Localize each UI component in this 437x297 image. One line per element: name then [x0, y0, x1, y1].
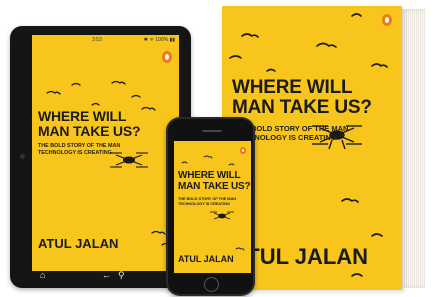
- phone-device: WHERE WILL MAN TAKE US? THE BOLD STORY O…: [166, 117, 255, 296]
- phone-book-title: WHERE WILL MAN TAKE US?: [178, 170, 251, 192]
- book-title: WHERE WILL MAN TAKE US?: [232, 77, 372, 118]
- tablet-device: 3:53 ✱ ᯤ 100% ▮▮ WHERE WILL MAN TAKE US?…: [10, 26, 191, 288]
- home-button[interactable]: [204, 277, 219, 292]
- book-page-edges: [402, 9, 425, 288]
- phone-book-subtitle: THE BOLD STORY OF THE MAN TECHNOLOGY IS …: [178, 197, 236, 206]
- search-icon[interactable]: ⚲: [118, 270, 125, 281]
- tablet-nav-bar: ⌂ ← ⚲ ★: [32, 270, 179, 283]
- home-icon[interactable]: ⌂: [40, 270, 45, 280]
- tablet-camera: [20, 154, 25, 159]
- tablet-book-subtitle: THE BOLD STORY OF THE MAN TECHNOLOGY IS …: [38, 143, 121, 156]
- phone-body: WHERE WILL MAN TAKE US? THE BOLD STORY O…: [168, 119, 253, 294]
- phone-book-author: ATUL JALAN: [178, 254, 234, 264]
- back-arrow-icon[interactable]: ←: [102, 270, 111, 280]
- phone-speaker: [202, 130, 222, 132]
- tablet-book-author: ATUL JALAN: [38, 236, 119, 251]
- tablet-book-title: WHERE WILL MAN TAKE US?: [38, 108, 141, 139]
- phone-screen: WHERE WILL MAN TAKE US? THE BOLD STORY O…: [174, 141, 251, 273]
- tablet-screen: 3:53 ✱ ᯤ 100% ▮▮ WHERE WILL MAN TAKE US?…: [32, 35, 179, 271]
